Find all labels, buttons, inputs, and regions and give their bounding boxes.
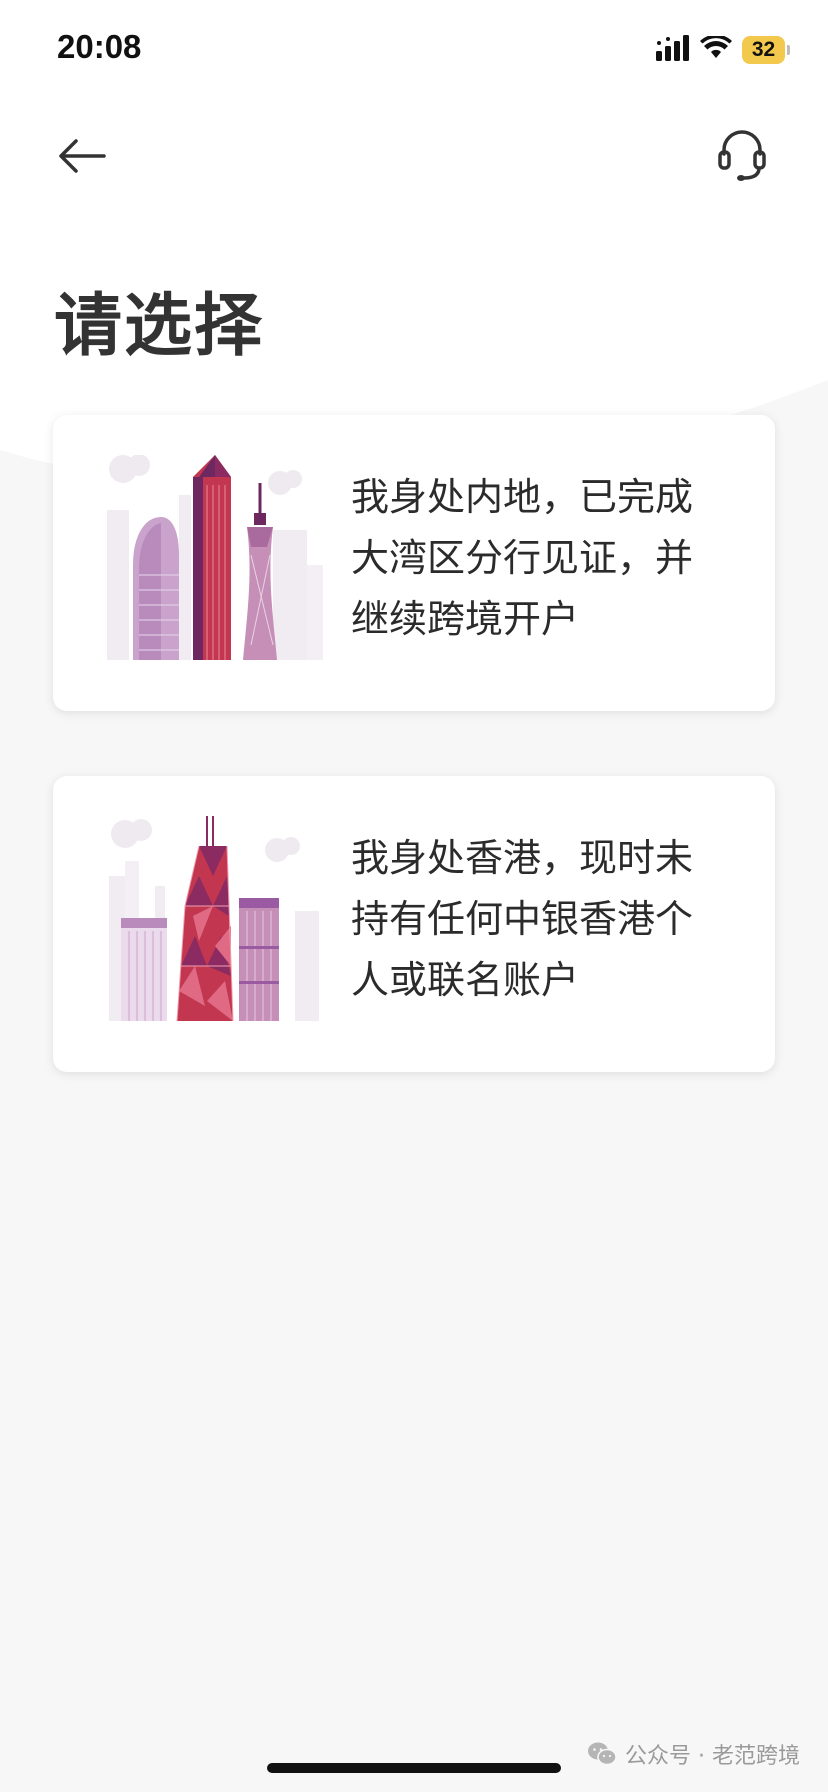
option-card-hongkong[interactable]: 我身处香港，现时未 持有任何中银香港个 人或联名账户: [53, 776, 775, 1072]
customer-service-button[interactable]: [714, 124, 770, 184]
arrow-left-icon: [59, 139, 106, 173]
battery-icon: 32: [742, 36, 790, 64]
wifi-icon: [700, 34, 732, 64]
headset-icon: [718, 130, 766, 181]
watermark-text: 公众号 · 老范跨境: [625, 1744, 800, 1769]
signal-icon: [656, 35, 690, 65]
option-line: 继续跨境开户: [351, 597, 580, 641]
hongkong-skyline-illustration: [109, 816, 319, 1022]
option-label-hongkong: 我身处香港，现时未 持有任何中银香港个 人或联名账户: [351, 828, 751, 1011]
option-line: 我身处内地，已完成: [351, 475, 694, 519]
status-time: 20:08: [57, 28, 142, 65]
guangzhou-skyline-illustration: [107, 455, 323, 660]
page-title: 请选择: [54, 287, 265, 366]
battery-tip: [787, 45, 790, 55]
home-indicator[interactable]: [267, 1763, 561, 1773]
battery-level: 32: [742, 36, 786, 64]
wechat-icon: [588, 1742, 617, 1766]
option-line: 我身处香港，现时未: [351, 836, 694, 880]
option-label-mainland: 我身处内地，已完成 大湾区分行见证，并 继续跨境开户: [351, 467, 751, 650]
option-line: 大湾区分行见证，并: [351, 536, 694, 580]
option-line: 人或联名账户: [351, 958, 580, 1002]
option-line: 持有任何中银香港个: [351, 897, 694, 941]
watermark: 公众号 · 老范跨境: [587, 1738, 800, 1770]
option-card-mainland[interactable]: 我身处内地，已完成 大湾区分行见证，并 继续跨境开户: [53, 415, 775, 711]
back-button[interactable]: [54, 128, 110, 184]
status-bar: 20:08 32: [0, 0, 828, 100]
status-icons: 32: [656, 33, 790, 67]
